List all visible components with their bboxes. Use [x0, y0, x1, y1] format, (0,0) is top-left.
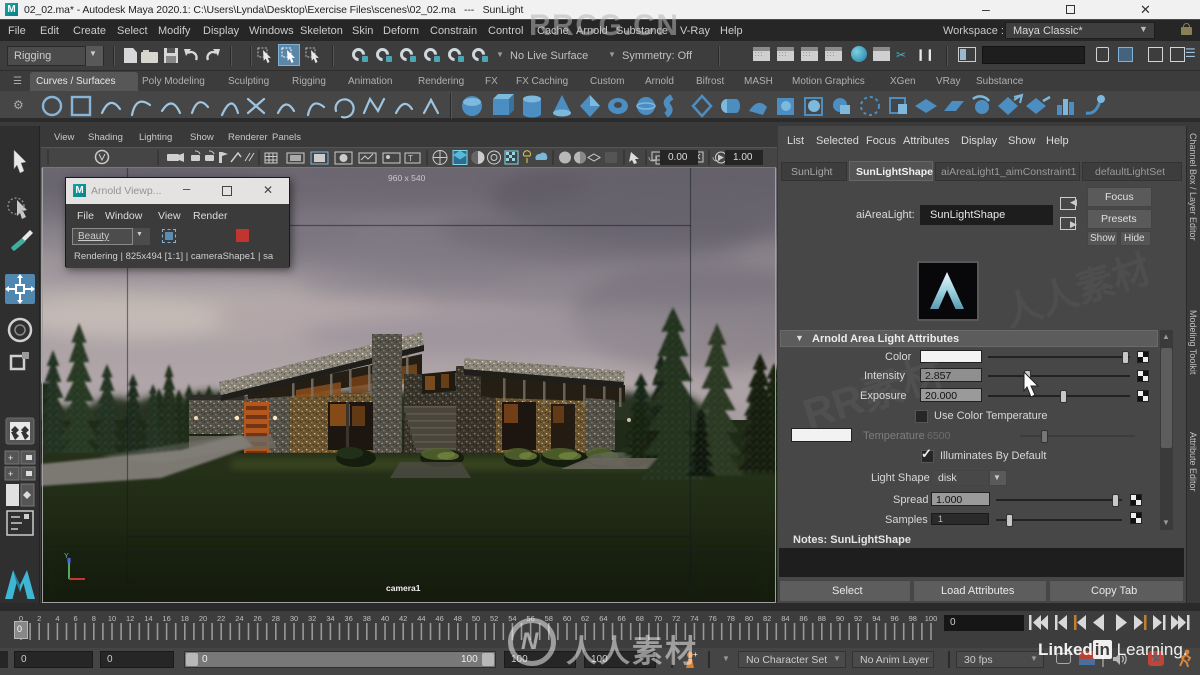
svg-text:72: 72: [672, 614, 680, 623]
svg-text:82: 82: [763, 614, 771, 623]
svg-text:6: 6: [74, 614, 78, 623]
svg-text:8: 8: [92, 614, 96, 623]
svg-text:84: 84: [781, 614, 789, 623]
svg-text:50: 50: [472, 614, 480, 623]
svg-text:+: +: [8, 453, 13, 463]
svg-text:76: 76: [708, 614, 716, 623]
svg-text:+: +: [8, 469, 13, 479]
svg-text:4: 4: [55, 614, 59, 623]
svg-text:62: 62: [581, 614, 589, 623]
svg-text:34: 34: [326, 614, 334, 623]
svg-text:20: 20: [199, 614, 207, 623]
svg-text:24: 24: [235, 614, 243, 623]
svg-text:80: 80: [745, 614, 753, 623]
svg-text:48: 48: [454, 614, 462, 623]
svg-text:42: 42: [399, 614, 407, 623]
svg-text:64: 64: [599, 614, 607, 623]
svg-text:70: 70: [654, 614, 662, 623]
svg-text:36: 36: [344, 614, 352, 623]
svg-text:2: 2: [37, 614, 41, 623]
svg-text:74: 74: [690, 614, 698, 623]
svg-text:12: 12: [126, 614, 134, 623]
svg-text:54: 54: [508, 614, 516, 623]
svg-text:28: 28: [272, 614, 280, 623]
svg-text:30: 30: [290, 614, 298, 623]
svg-text:46: 46: [435, 614, 443, 623]
svg-text:38: 38: [363, 614, 371, 623]
svg-text:26: 26: [253, 614, 261, 623]
svg-text:22: 22: [217, 614, 225, 623]
svg-text:100: 100: [925, 614, 938, 623]
svg-text:88: 88: [818, 614, 826, 623]
svg-text:66: 66: [617, 614, 625, 623]
svg-text:T: T: [408, 154, 413, 163]
svg-text:16: 16: [162, 614, 170, 623]
svg-text:10: 10: [108, 614, 116, 623]
svg-text:96: 96: [890, 614, 898, 623]
svg-text:94: 94: [872, 614, 880, 623]
svg-text:52: 52: [490, 614, 498, 623]
svg-text:78: 78: [727, 614, 735, 623]
svg-text:18: 18: [181, 614, 189, 623]
svg-text:14: 14: [144, 614, 152, 623]
svg-text:92: 92: [854, 614, 862, 623]
svg-text:90: 90: [836, 614, 844, 623]
svg-text:44: 44: [417, 614, 425, 623]
svg-text:86: 86: [799, 614, 807, 623]
svg-text:40: 40: [381, 614, 389, 623]
svg-text:68: 68: [636, 614, 644, 623]
svg-text:32: 32: [308, 614, 316, 623]
svg-text:60: 60: [563, 614, 571, 623]
svg-text:98: 98: [909, 614, 917, 623]
